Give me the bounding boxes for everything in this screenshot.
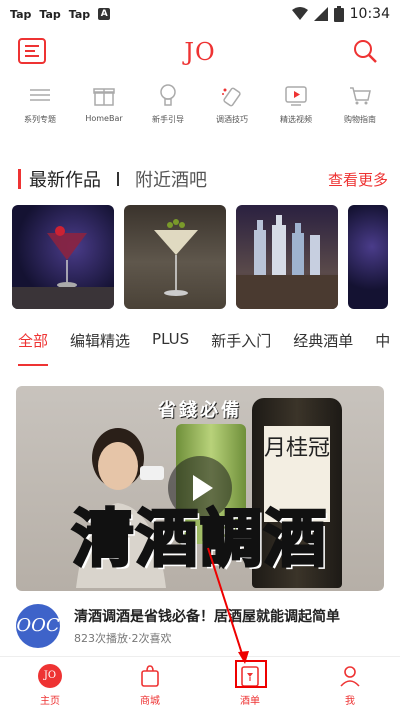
list-icon xyxy=(30,89,50,101)
shaker-icon xyxy=(222,87,241,107)
gift-box-icon xyxy=(93,88,115,106)
cart-icon xyxy=(350,87,371,105)
battery-icon xyxy=(333,6,344,22)
user-icon xyxy=(340,666,360,687)
nav-label: 商城 xyxy=(140,696,160,707)
video-meta: 823次播放·2次喜欢 xyxy=(74,632,172,645)
nav-home[interactable]: JO 主页 xyxy=(0,657,100,712)
section-header: 最新作品 附近酒吧 查看更多 xyxy=(18,165,388,193)
martini-olives-image xyxy=(154,219,198,296)
home-icon: JO xyxy=(38,664,62,688)
section-accent-bar xyxy=(18,169,21,189)
status-bar: Tap Tap Tap A 10:34 xyxy=(0,0,400,28)
signal-icon xyxy=(313,7,328,21)
video-title[interactable]: 清酒调酒是省钱必备！居酒屋就能调起简单 xyxy=(74,606,340,626)
category-label: 系列专题 xyxy=(24,115,56,124)
category-beginner[interactable]: 新手引导 xyxy=(138,82,198,138)
notification-tap-3: Tap xyxy=(68,7,91,21)
work-photo-4[interactable] xyxy=(348,205,388,309)
category-technique[interactable]: 调酒技巧 xyxy=(202,82,262,138)
category-homebar[interactable]: HomeBar xyxy=(74,82,134,138)
category-strip: 系列专题 HomeBar 新手引导 调酒技巧 精选视频 购物指南 xyxy=(0,82,400,138)
category-tabs: 全部 编辑精选 PLUS 新手入门 经典酒单 中 xyxy=(18,330,400,366)
shopping-bag-icon xyxy=(141,665,159,687)
martini-glass-image xyxy=(12,226,114,309)
see-more-link[interactable]: 查看更多 xyxy=(328,169,388,190)
tab-editor-picks[interactable]: 编辑精选 xyxy=(70,330,130,366)
tab-nearby-bars[interactable]: 附近酒吧 xyxy=(135,166,207,192)
lightbulb-icon xyxy=(160,84,176,106)
category-shopping[interactable]: 购物指南 xyxy=(330,82,390,138)
bottom-navigation: JO 主页 商城 酒单 我 xyxy=(0,656,400,712)
nav-me[interactable]: 我 xyxy=(300,657,400,712)
nav-label: 我 xyxy=(345,696,355,707)
category-label: 购物指南 xyxy=(344,115,376,124)
tab-latest-works[interactable]: 最新作品 xyxy=(29,166,101,192)
section-divider xyxy=(117,172,119,186)
work-photo-1[interactable] xyxy=(12,205,114,309)
tab-plus[interactable]: PLUS xyxy=(152,330,189,366)
channel-avatar[interactable]: OOC xyxy=(16,604,60,648)
video-banner-text: 省錢必備 xyxy=(158,400,242,421)
notification-icons: Tap Tap Tap A xyxy=(10,7,111,21)
app-badge-icon: A xyxy=(98,7,111,20)
work-photo-3[interactable] xyxy=(236,205,338,309)
category-videos[interactable]: 精选视频 xyxy=(266,82,326,138)
video-card[interactable]: 月桂冠 省錢必備 清酒調酒 xyxy=(16,386,384,591)
tab-classic-menu[interactable]: 经典酒单 xyxy=(293,330,353,366)
liquor-bottles-image xyxy=(236,215,338,309)
category-label: 调酒技巧 xyxy=(216,115,248,124)
nav-label: 酒单 xyxy=(240,696,260,707)
app-header: JO xyxy=(0,30,400,74)
nav-label: 主页 xyxy=(40,696,60,707)
tab-more[interactable]: 中 xyxy=(375,330,390,366)
drink-menu-icon xyxy=(241,666,259,687)
nav-mall[interactable]: 商城 xyxy=(100,657,200,712)
tab-all[interactable]: 全部 xyxy=(18,330,49,366)
notification-tap-2: Tap xyxy=(39,7,61,21)
notification-tap-1: Tap xyxy=(10,7,32,21)
video-overlay-title: 清酒調酒 xyxy=(70,502,328,575)
work-photo-2[interactable] xyxy=(124,205,226,309)
tab-beginner[interactable]: 新手入门 xyxy=(211,330,271,366)
category-label: 新手引导 xyxy=(152,115,184,124)
nav-drink-menu[interactable]: 酒单 xyxy=(200,657,300,712)
category-series[interactable]: 系列专题 xyxy=(10,82,70,138)
category-label: 精选视频 xyxy=(280,115,312,124)
app-logo: JO xyxy=(184,38,216,66)
clock: 10:34 xyxy=(349,6,390,22)
wifi-icon xyxy=(291,7,308,20)
video-play-icon xyxy=(285,86,307,106)
latest-works-carousel xyxy=(12,205,400,309)
category-label: HomeBar xyxy=(85,114,123,123)
video-info[interactable]: OOC 清酒调酒是省钱必备！居酒屋就能调起简单 823次播放·2次喜欢 xyxy=(16,604,386,648)
search-icon[interactable] xyxy=(352,38,378,64)
